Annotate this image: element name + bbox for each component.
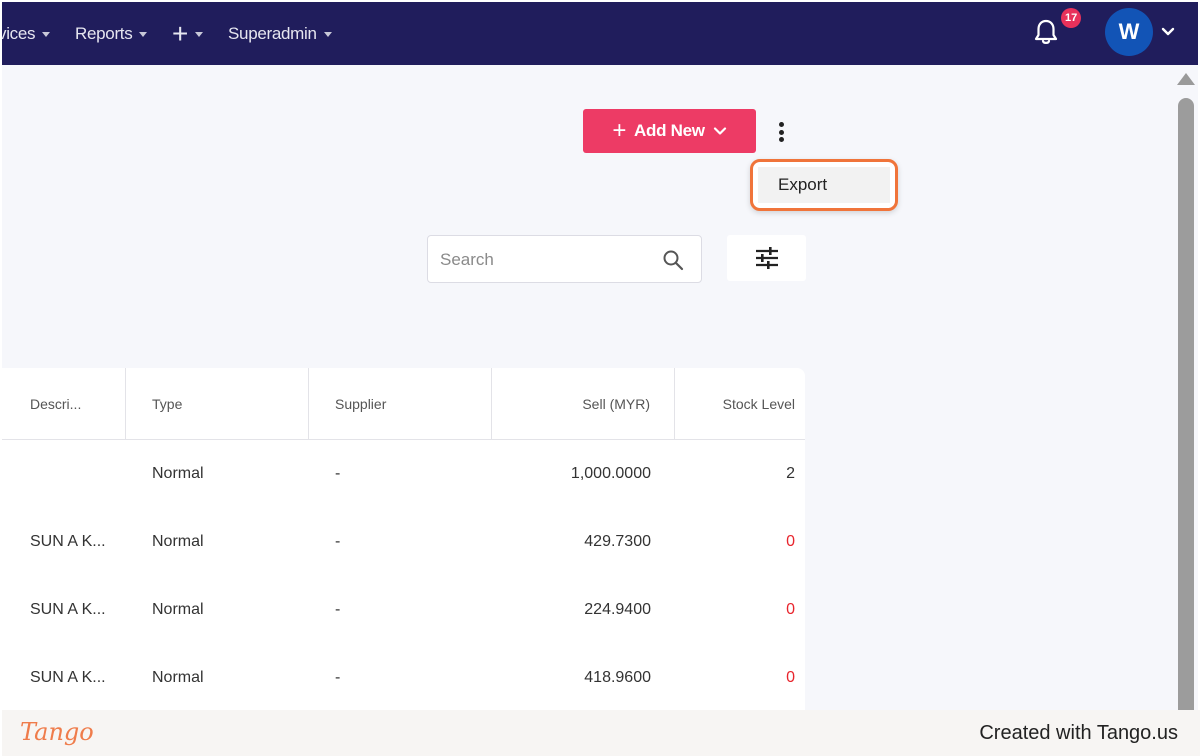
export-menu-item[interactable]: Export (758, 167, 890, 203)
cell-type: Normal (152, 533, 204, 550)
cell-type: Normal (152, 465, 204, 482)
frame-border-top (0, 0, 1200, 2)
add-new-label: Add New (634, 121, 705, 140)
cell-stock-level: 0 (786, 601, 795, 618)
cell-sell: 224.9400 (584, 601, 651, 618)
chevron-down-icon (713, 127, 726, 135)
sliders-icon (755, 247, 778, 269)
cell-description: SUN A K... (30, 601, 106, 618)
tango-logo: Tango (20, 718, 94, 746)
cell-supplier: - (335, 533, 341, 550)
chevron-down-icon[interactable] (1160, 24, 1176, 40)
cell-description (2, 440, 126, 508)
caret-down-icon (195, 31, 204, 37)
caret-down-icon (42, 31, 51, 37)
cell-sell: 429.7300 (584, 533, 651, 550)
table-row[interactable]: SUN A K... Normal - 224.9400 0 (2, 576, 805, 644)
cell-type: Normal (152, 601, 204, 618)
table-row[interactable]: SUN A K... Normal - 418.9600 0 (2, 644, 805, 710)
plus-icon: + (612, 117, 627, 144)
table-header-row: Descri... Type Supplier Sell (MYR) Stock… (2, 368, 805, 440)
filter-button[interactable] (727, 235, 806, 281)
frame-border-left (0, 0, 2, 756)
column-header-description[interactable]: Descri... (2, 368, 126, 440)
cell-stock-level: 2 (786, 465, 795, 482)
cell-supplier: - (335, 465, 341, 482)
more-options-icon[interactable] (771, 119, 791, 145)
plus-icon: + (172, 18, 189, 49)
caret-down-icon (323, 31, 332, 37)
nav-item-label: Reports (75, 24, 133, 43)
column-header-stock-level[interactable]: Stock Level (675, 368, 805, 440)
cell-stock-level: 0 (786, 669, 795, 686)
cell-sell: 1,000.0000 (570, 465, 651, 482)
nav-item-services[interactable]: vices (2, 22, 51, 46)
table-row[interactable]: Normal - 1,000.0000 2 (2, 440, 805, 508)
tango-credit: Created with Tango.us (979, 722, 1178, 744)
column-header-type[interactable]: Type (126, 368, 309, 440)
cell-type: Normal (152, 669, 204, 686)
tango-footer: Tango Created with Tango.us (0, 710, 1200, 756)
cell-sell: 418.9600 (584, 669, 651, 686)
caret-down-icon (139, 31, 148, 37)
column-header-sell[interactable]: Sell (MYR) (492, 368, 675, 440)
nav-item-label: vices (2, 24, 36, 43)
table-row[interactable]: SUN A K... Normal - 429.7300 0 (2, 508, 805, 576)
main-content: + Add New Export Descri... Type Supplier (2, 65, 1172, 710)
search-icon[interactable] (661, 248, 685, 272)
cell-supplier: - (335, 601, 341, 618)
nav-item-label: Superadmin (228, 24, 317, 43)
column-header-supplier[interactable]: Supplier (309, 368, 492, 440)
cell-description: SUN A K... (30, 533, 106, 550)
search-field (427, 235, 702, 283)
cell-stock-level: 0 (786, 533, 795, 550)
search-input[interactable] (440, 248, 650, 272)
items-table: Descri... Type Supplier Sell (MYR) Stock… (2, 368, 805, 710)
scrollbar-thumb[interactable] (1178, 98, 1194, 718)
nav-item-superadmin[interactable]: Superadmin (228, 22, 332, 46)
vertical-scrollbar[interactable] (1172, 65, 1198, 718)
top-navigation-bar: vices Reports + Superadmin (2, 2, 1198, 65)
bell-icon[interactable] (1033, 18, 1059, 46)
avatar[interactable]: W (1105, 8, 1153, 56)
scroll-up-arrow-icon[interactable] (1177, 73, 1195, 85)
cell-supplier: - (335, 669, 341, 686)
add-new-button[interactable]: + Add New (583, 109, 756, 153)
export-menu: Export (750, 159, 898, 211)
cell-description: SUN A K... (30, 669, 106, 686)
nav-item-reports[interactable]: Reports (75, 22, 148, 46)
nav-item-create[interactable]: + (172, 18, 204, 49)
